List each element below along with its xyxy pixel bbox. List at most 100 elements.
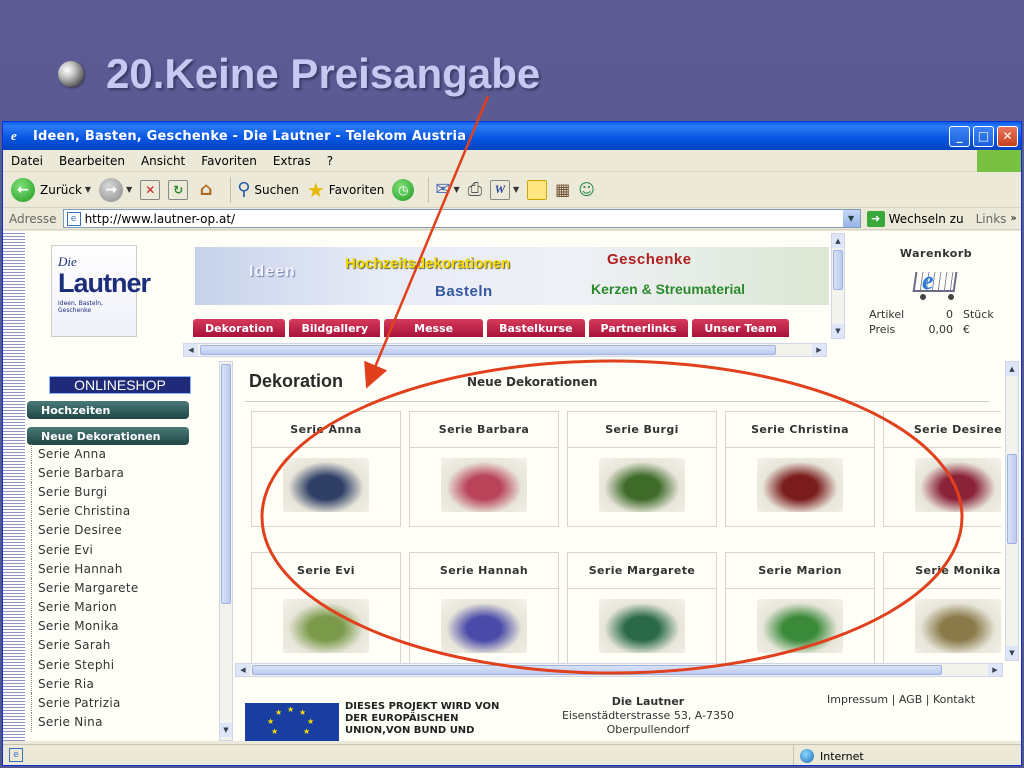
tab-bastelkurse[interactable]: Bastelkurse [487, 319, 585, 337]
research-button[interactable]: ▦ [555, 180, 570, 199]
stop-button[interactable]: ✕ [140, 179, 161, 200]
chevron-down-icon[interactable]: ▼ [513, 185, 519, 194]
series-link[interactable]: Serie Evi [31, 539, 221, 560]
edit-button[interactable]: W ▼ [490, 179, 519, 200]
chevron-right-icon[interactable]: ▶ [812, 344, 826, 356]
scroll-thumb[interactable] [1007, 454, 1017, 544]
scroll-thumb[interactable] [252, 665, 942, 675]
product-card[interactable]: Serie Marion [725, 552, 875, 665]
refresh-button[interactable]: ↻ [168, 179, 189, 200]
chevron-down-icon[interactable]: ▼ [832, 324, 844, 338]
cart-unit: Stück [963, 308, 994, 321]
home-button[interactable]: ⌂ [196, 179, 216, 200]
product-image[interactable] [441, 458, 527, 512]
chevron-right-icon[interactable]: ▶ [988, 664, 1002, 676]
chevron-down-icon[interactable]: ▼ [220, 723, 232, 737]
product-card[interactable]: Serie Margarete [567, 552, 717, 665]
menu-help[interactable]: ? [327, 154, 333, 168]
menu-bearbeiten[interactable]: Bearbeiten [59, 154, 125, 168]
sidebar-scroll-end[interactable]: ▼ [219, 721, 233, 741]
tab-partnerlinks[interactable]: Partnerlinks [588, 319, 689, 337]
chevron-down-icon[interactable]: ▼ [126, 185, 132, 194]
series-link[interactable]: Serie Christina [31, 501, 221, 521]
product-card[interactable]: Serie Anna [251, 411, 401, 527]
product-image[interactable] [915, 458, 1001, 512]
chevron-down-icon[interactable]: ▼ [85, 185, 91, 194]
product-image[interactable] [283, 599, 369, 653]
series-link[interactable]: Serie Marion [31, 597, 221, 617]
mail-button[interactable]: ✉ ▼ [435, 179, 459, 200]
chevron-up-icon[interactable]: ▲ [832, 234, 844, 248]
go-button[interactable]: ➜ Wechseln zu [866, 210, 964, 227]
scroll-thumb[interactable] [221, 364, 231, 604]
series-link[interactable]: Serie Anna [31, 444, 221, 464]
category-hochzeiten[interactable]: Hochzeiten [27, 401, 189, 419]
content-vertical-scrollbar[interactable]: ▲ ▼ [1005, 361, 1019, 661]
menu-datei[interactable]: Datei [11, 154, 43, 168]
menu-extras[interactable]: Extras [273, 154, 311, 168]
print-button[interactable]: ⎙ [468, 179, 482, 200]
messenger-button[interactable]: ☺ [578, 180, 595, 199]
series-link[interactable]: Serie Ria [31, 674, 221, 694]
chevron-left-icon[interactable]: ◀ [236, 664, 250, 676]
series-link[interactable]: Serie Stephi [31, 655, 221, 675]
product-name: Serie Desiree [884, 412, 1001, 448]
product-card[interactable]: Serie Christina [725, 411, 875, 527]
product-image[interactable] [441, 599, 527, 653]
tab-dekoration[interactable]: Dekoration [193, 319, 286, 337]
back-button[interactable]: ← Zurück ▼ [11, 177, 91, 202]
sidebar-vertical-scrollbar[interactable]: ▼ [219, 361, 233, 739]
product-card[interactable]: Serie Monika [883, 552, 1001, 665]
tab-unser-team[interactable]: Unser Team [692, 319, 789, 337]
shopping-cart[interactable]: Warenkorb e Artikel 0 Stück Preis 0,00 € [869, 247, 1003, 338]
series-link[interactable]: Serie Patrizia [31, 693, 221, 713]
series-link[interactable]: Serie Hannah [31, 559, 221, 579]
chevron-down-icon[interactable]: ▼ [453, 185, 459, 194]
content-horizontal-scrollbar[interactable]: ◀ ▶ [235, 663, 1003, 677]
series-link[interactable]: Serie Margarete [31, 578, 221, 598]
scroll-thumb[interactable] [200, 345, 776, 355]
chevron-down-icon[interactable]: ▼ [1006, 646, 1018, 660]
product-card[interactable]: Serie Barbara [409, 411, 559, 527]
product-image[interactable] [599, 599, 685, 653]
series-link[interactable]: Serie Desiree [31, 520, 221, 540]
banner-vertical-scrollbar[interactable]: ▲ ▼ [831, 233, 845, 339]
series-link[interactable]: Serie Burgi [31, 482, 221, 502]
history-button[interactable]: ◷ [392, 178, 415, 201]
product-card[interactable]: Serie Desiree [883, 411, 1001, 527]
chevron-left-icon[interactable]: ◀ [184, 344, 198, 356]
product-image[interactable] [915, 599, 1001, 653]
favorites-button[interactable]: ★ Favoriten [307, 178, 385, 202]
scroll-thumb[interactable] [833, 250, 843, 290]
series-link[interactable]: Serie Sarah [31, 635, 221, 656]
product-image[interactable] [283, 458, 369, 512]
product-card[interactable]: Serie Burgi [567, 411, 717, 527]
address-input[interactable]: e http://www.lautner-op.at/ ▼ [62, 209, 861, 228]
category-neue-dekorationen[interactable]: Neue Dekorationen [27, 427, 189, 445]
product-image[interactable] [599, 458, 685, 512]
tab-messe[interactable]: Messe [384, 319, 484, 337]
product-image[interactable] [757, 599, 843, 653]
chevron-up-icon[interactable]: ▲ [1006, 362, 1018, 376]
discuss-button[interactable] [527, 179, 548, 200]
product-card[interactable]: Serie Evi [251, 552, 401, 665]
series-link[interactable]: Serie Monika [31, 616, 221, 636]
menu-favoriten[interactable]: Favoriten [201, 154, 257, 168]
tab-bildgallery[interactable]: Bildgallery [289, 319, 381, 337]
legal-links[interactable]: Impressum | AGB | Kontakt [827, 693, 975, 706]
product-card[interactable]: Serie Hannah [409, 552, 559, 665]
menu-ansicht[interactable]: Ansicht [141, 154, 185, 168]
lautner-logo[interactable]: Die Lautner Ideen, Basteln, Geschenke [51, 245, 151, 337]
series-link[interactable]: Serie Barbara [31, 463, 221, 483]
series-link[interactable]: Serie Nina [31, 712, 221, 732]
product-image[interactable] [757, 458, 843, 512]
search-button[interactable]: ⚲ Suchen [237, 179, 299, 200]
minimize-button[interactable]: _ [949, 125, 970, 147]
chevron-right-icon[interactable]: » [1010, 213, 1016, 224]
banner-horizontal-scrollbar[interactable]: ◀ ▶ [183, 343, 827, 357]
forward-button[interactable]: → ▼ [99, 177, 132, 202]
chevron-down-icon[interactable]: ▼ [842, 210, 860, 227]
links-button[interactable]: Links [976, 212, 1007, 226]
close-button[interactable]: ✕ [997, 125, 1018, 147]
maximize-button[interactable]: □ [973, 125, 994, 147]
